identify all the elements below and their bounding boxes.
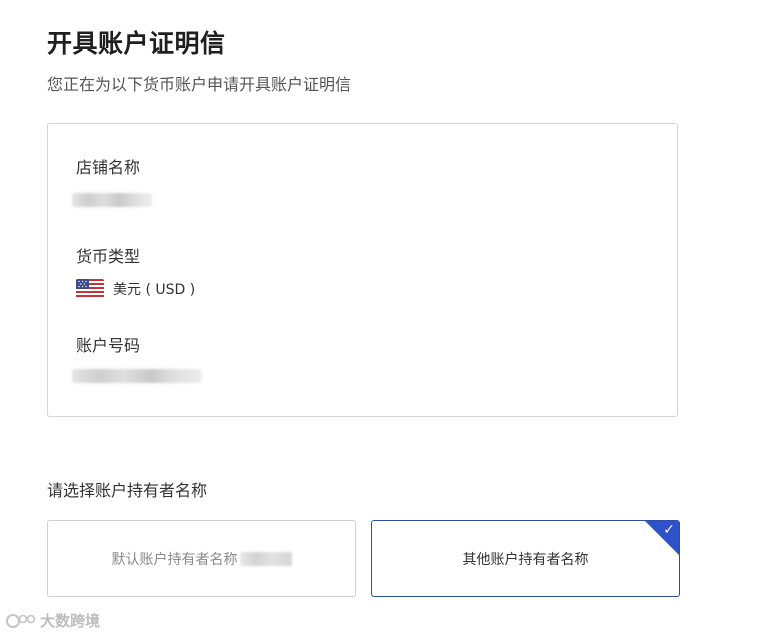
store-name-value-redacted [72, 193, 152, 207]
account-number-value-redacted [72, 369, 202, 383]
default-holder-option[interactable]: 默认账户持有者名称 [47, 520, 356, 597]
watermark: 大数跨境 [6, 610, 100, 631]
page-subtitle: 您正在为以下货币账户申请开具账户证明信 [47, 75, 352, 94]
store-name-label: 店铺名称 [76, 158, 141, 177]
currency-type-label: 货币类型 [76, 247, 141, 266]
default-holder-name-redacted [239, 551, 292, 566]
default-holder-option-label: 默认账户持有者名称 [111, 551, 238, 568]
checkmark-icon: ✓ [663, 522, 675, 538]
watermark-text: 大数跨境 [40, 612, 101, 630]
other-holder-option[interactable]: 其他账户持有者名称 ✓ [371, 520, 680, 597]
account-number-label: 账户号码 [76, 336, 141, 355]
account-info-card: 店铺名称 货币类型 美元 ( USD ) 账户号码 [47, 123, 678, 417]
holder-selection-label: 请选择账户持有者名称 [47, 481, 208, 500]
page-title: 开具账户证明信 [47, 29, 226, 58]
us-flag-icon [76, 279, 104, 299]
other-holder-option-label: 其他账户持有者名称 [462, 551, 589, 568]
currency-row: 美元 ( USD ) [76, 279, 195, 299]
currency-value: 美元 ( USD ) [113, 282, 196, 298]
watermark-logo-icon [6, 613, 36, 629]
